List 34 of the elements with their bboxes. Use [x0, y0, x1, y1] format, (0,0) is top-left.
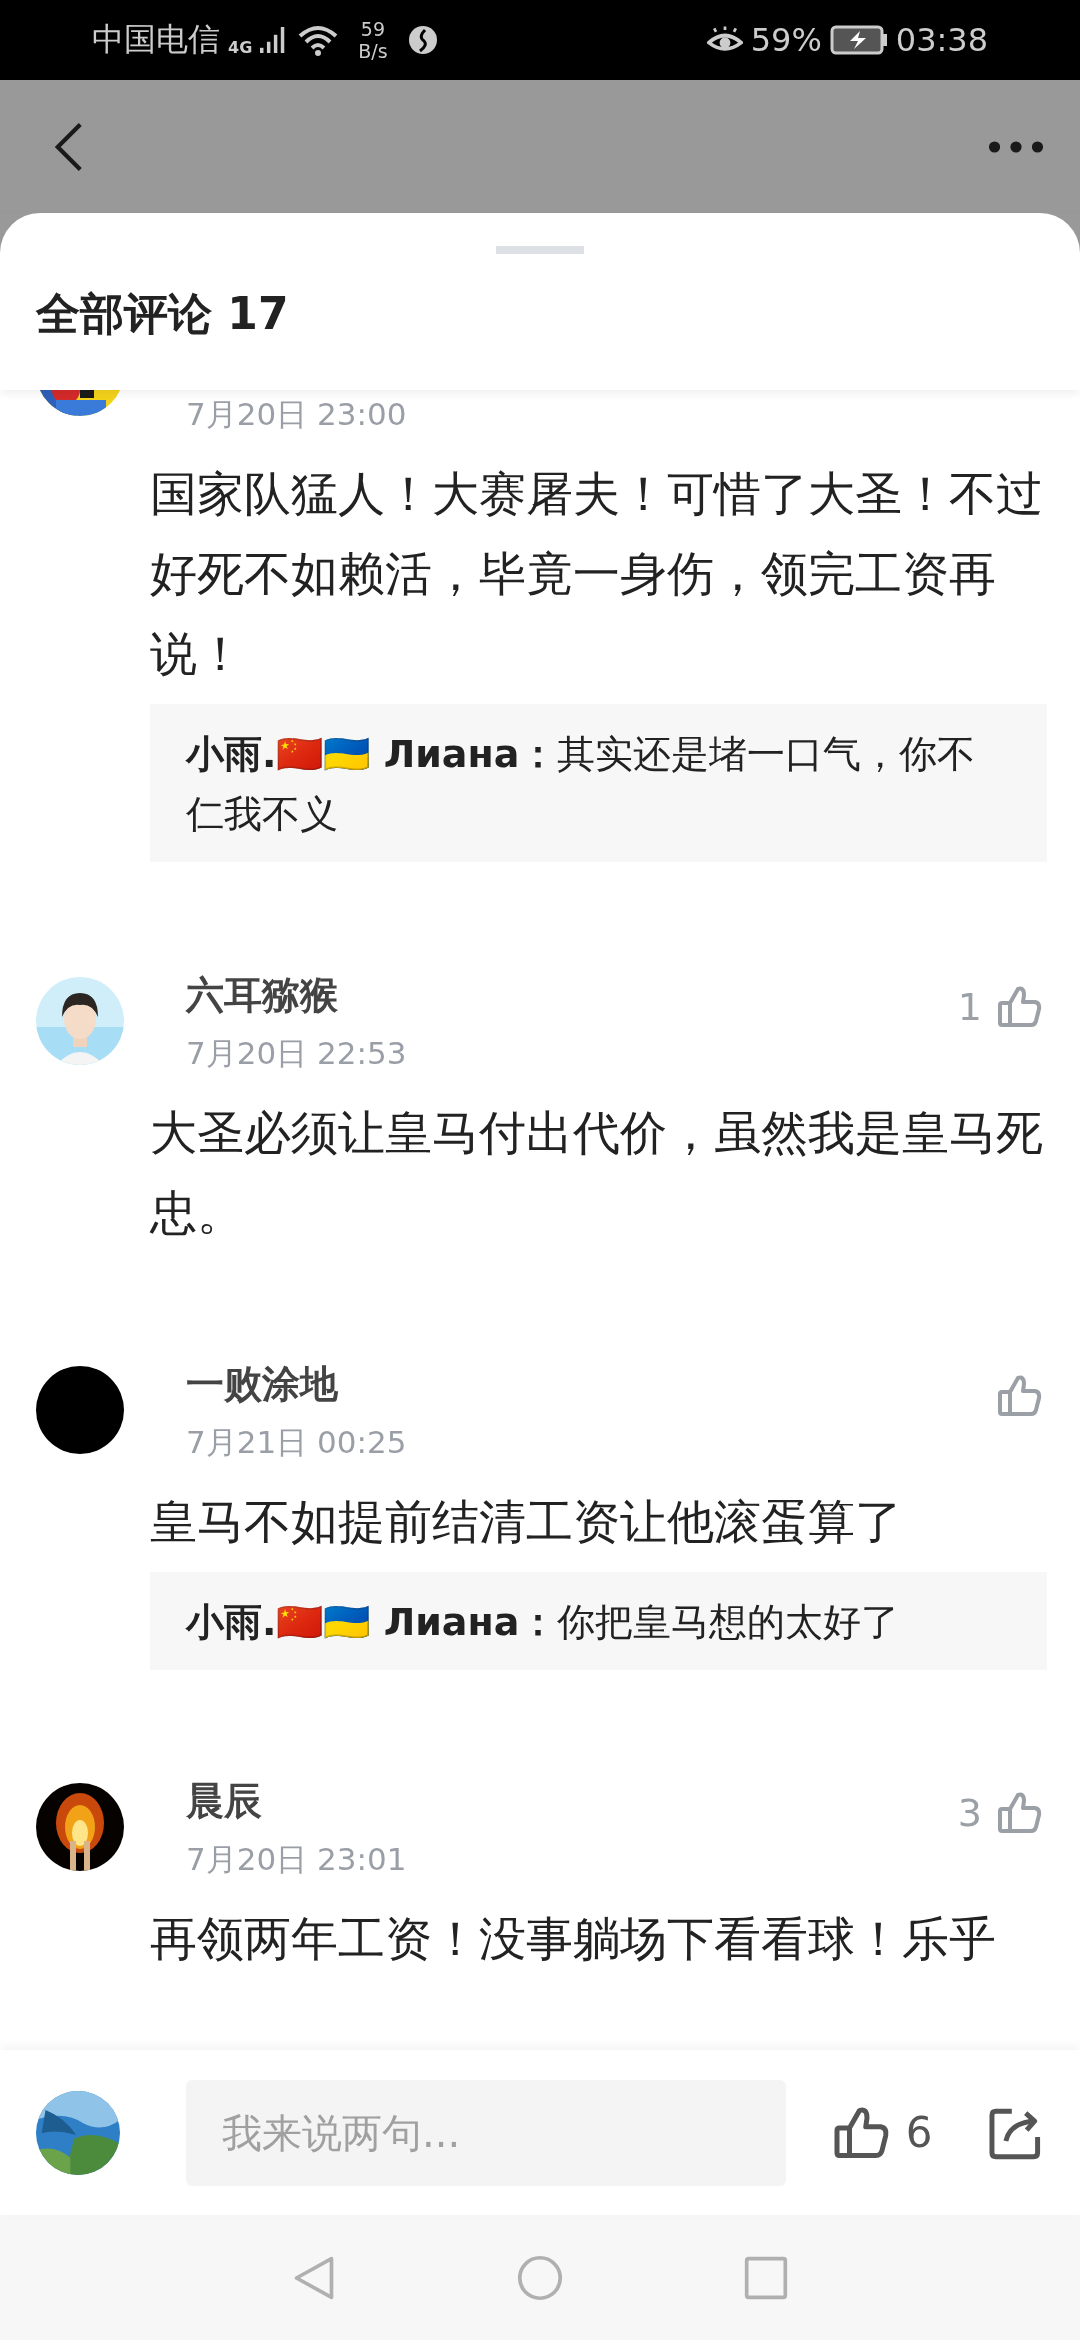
comment-date: 7月20日 23:01	[186, 1840, 408, 1879]
more-icon[interactable]	[988, 139, 1044, 154]
comment-date: 7月21日 00:25	[186, 1423, 408, 1462]
wifi-icon	[298, 24, 339, 56]
user-name[interactable]: 六耳猕猴	[186, 967, 958, 1023]
battery-percent: 59%	[750, 21, 822, 59]
sheet-title: 全部评论 17	[36, 287, 289, 341]
network-type: 4G	[228, 38, 253, 57]
recents-icon[interactable]	[743, 2254, 789, 2301]
signal-icon	[260, 25, 287, 55]
comment-text: 大圣必须让皇马付出代价，虽然我是皇马死忠。	[150, 1104, 1044, 1242]
comment-text: 皇马不如提前结清工资让他滚蛋算了	[150, 1493, 903, 1551]
like-count: 1	[957, 985, 982, 1029]
speed-value: 59	[360, 18, 386, 40]
comment-text: 国家队猛人！大赛屠夫！可惜了大圣！不过好死不如赖活，毕竟一身伤，领完工资再说！	[150, 465, 1044, 683]
like-count: 6	[905, 2108, 933, 2157]
comment-input[interactable]: 我来说两句...	[186, 2079, 786, 2186]
speed-unit: B/s	[358, 40, 388, 62]
eye-icon	[706, 26, 743, 54]
clock-time: 03:38	[895, 21, 988, 59]
battery-icon	[829, 25, 888, 55]
reply-text: 小雨.🇨🇳🇺🇦 Лиана：你把皇马想的太好了	[150, 1572, 1047, 1670]
globe-icon	[407, 25, 438, 55]
comment-text: 再领两年工资！没事躺场下看看球！乐乎	[150, 1910, 997, 1968]
user-name[interactable]: 晨辰	[186, 1773, 958, 1829]
back-icon[interactable]	[54, 121, 84, 172]
like-count: 3	[957, 1791, 982, 1835]
comment-date: 7月20日 23:00	[186, 395, 408, 434]
drag-handle[interactable]	[496, 246, 584, 254]
reply-text: 小雨.🇨🇳🇺🇦 Лиана：其实还是堵一口气，你不仁我不义	[150, 704, 1047, 862]
comment-date: 7月20日 22:53	[186, 1034, 408, 1073]
home-icon[interactable]	[517, 2254, 563, 2301]
user-name[interactable]: 一败涂地	[186, 1356, 996, 1412]
carrier-name: 中国电信	[92, 19, 220, 60]
